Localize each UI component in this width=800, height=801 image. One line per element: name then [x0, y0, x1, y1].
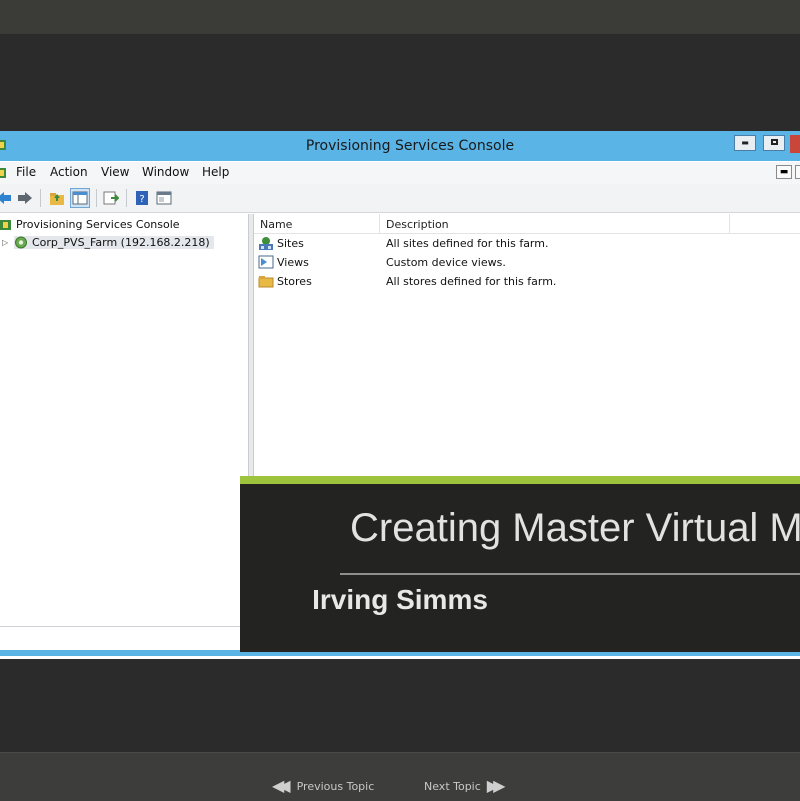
show-hide-console-tree-button[interactable]: [70, 188, 90, 208]
menu-bar: File Action View Window Help: [0, 162, 800, 184]
list-row-name: Views: [277, 255, 309, 269]
next-topic-button[interactable]: Next Topic ▶▶: [424, 776, 505, 795]
close-button[interactable]: [790, 135, 800, 153]
restore-icon: [770, 139, 778, 145]
toolbar: ?: [0, 184, 800, 213]
system-menu-icon[interactable]: [0, 167, 7, 179]
svg-text:?: ?: [139, 194, 144, 205]
restore-button[interactable]: [763, 135, 785, 151]
child-minimize-button[interactable]: ▬: [776, 165, 792, 179]
window-titlebar[interactable]: Provisioning Services Console ▬: [0, 131, 800, 161]
list-header: Name Description: [254, 214, 800, 234]
up-folder-icon: [50, 192, 64, 205]
farm-icon: [15, 236, 27, 249]
column-header-name[interactable]: Name: [254, 214, 380, 233]
tree-root-node[interactable]: Provisioning Services Console: [0, 216, 180, 233]
previous-topic-button[interactable]: ◀◀ Previous Topic: [272, 778, 374, 794]
console-root-icon: [0, 219, 11, 230]
list-row-description: All stores defined for this farm.: [386, 275, 557, 288]
menu-file[interactable]: File: [16, 165, 36, 179]
list-row-name: Sites: [277, 237, 304, 250]
show-hide-tree-icon: [72, 191, 88, 205]
video-top-bezel: [0, 0, 800, 34]
back-button[interactable]: [0, 188, 14, 208]
properties-icon: [156, 191, 172, 205]
child-minimize-icon: ▬: [779, 167, 789, 177]
views-icon: [258, 255, 274, 269]
help-button[interactable]: ?: [132, 188, 152, 208]
sites-icon: [259, 237, 273, 250]
column-header-description[interactable]: Description: [380, 214, 730, 233]
status-bar: [0, 626, 240, 649]
author-name: Irving Simms: [312, 584, 488, 615]
toolbar-separator: [96, 189, 97, 207]
window-title: Provisioning Services Console: [305, 138, 515, 154]
next-topic-label: Next Topic: [424, 779, 481, 793]
properties-button[interactable]: [154, 188, 174, 208]
title-divider: [340, 573, 800, 575]
previous-topic-label: Previous Topic: [296, 779, 375, 793]
rewind-icon: ◀◀: [272, 776, 290, 795]
stores-icon: [258, 276, 274, 288]
forward-button[interactable]: [15, 188, 35, 208]
toolbar-separator: [40, 189, 41, 207]
player-navigation: ◀◀ Previous Topic Next Topic ▶▶: [0, 770, 800, 800]
child-maximize-button[interactable]: [795, 165, 800, 179]
export-list-button[interactable]: [101, 188, 121, 208]
lower-third-title-card: Creating Master Virtual Ma Irving Simms: [240, 476, 800, 652]
export-list-icon: [103, 191, 119, 205]
tree-root-label: Provisioning Services Console: [16, 218, 180, 231]
up-one-level-button[interactable]: [47, 188, 67, 208]
course-title: Creating Master Virtual Ma: [350, 506, 800, 550]
list-row-stores[interactable]: Stores All stores defined for this farm.: [254, 272, 800, 291]
menu-window[interactable]: Window: [142, 165, 189, 179]
back-arrow-icon: [0, 192, 11, 204]
menu-action[interactable]: Action: [50, 165, 88, 179]
fast-forward-icon: ▶▶: [486, 776, 505, 795]
help-icon: ?: [136, 191, 148, 205]
menu-help[interactable]: Help: [202, 165, 229, 179]
tree-farm-label: Corp_PVS_Farm (192.168.2.218): [32, 236, 210, 249]
console-tree-pane: Provisioning Services Console ▷ Corp_PVS…: [0, 214, 249, 624]
tree-farm-node[interactable]: ▷ Corp_PVS_Farm (192.168.2.218): [2, 234, 214, 251]
toolbar-separator: [126, 189, 127, 207]
list-row-views[interactable]: Views Custom device views.: [254, 253, 800, 272]
forward-arrow-icon: [18, 192, 32, 204]
expand-chevron-icon[interactable]: ▷: [2, 238, 10, 247]
list-row-description: All sites defined for this farm.: [386, 237, 549, 250]
list-row-sites[interactable]: Sites All sites defined for this farm.: [254, 234, 800, 253]
list-row-description: Custom device views.: [386, 256, 506, 269]
list-row-name: Stores: [277, 274, 312, 288]
menu-view[interactable]: View: [101, 165, 129, 179]
minimize-icon: ▬: [741, 138, 749, 147]
minimize-button[interactable]: ▬: [734, 135, 756, 151]
